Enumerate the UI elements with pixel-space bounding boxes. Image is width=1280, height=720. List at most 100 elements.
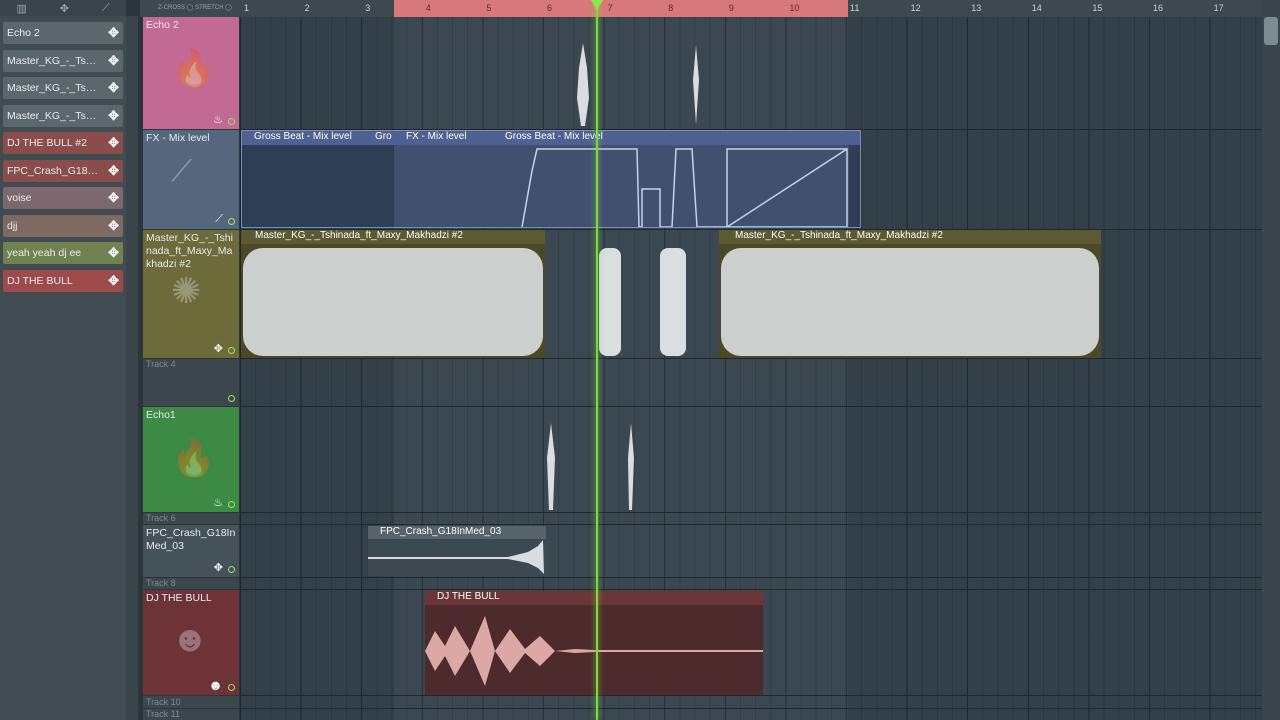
browser-clip-label: yeah yeah dj ee [7,247,82,259]
zcross-stretch-toggles[interactable]: Z-CROSS ◯ STRETCH ◯ [158,4,232,11]
browser-link-icon[interactable]: ⟋ [102,2,110,15]
move-icon[interactable]: ✥ [108,190,119,206]
track-name: Echo 2 [146,19,179,31]
audio-clip-master-kg[interactable]: Master_KG_-_Tshinada_ft_Maxy_Makhadzi #2 [241,230,545,358]
browser-clip-item[interactable]: DJ THE BULL ✥ [3,270,123,292]
track-enable-dot[interactable] [228,347,235,354]
zcross-label[interactable]: Z-CROSS [158,5,185,11]
waveform [599,248,621,356]
scrollbar-thumb[interactable] [1264,17,1278,45]
clip-browser-panel: ▥ ✥ ⟋ Echo 2✥Master_KG_-_Tshina...✥Maste… [0,0,126,720]
bar-number: 15 [1092,3,1103,13]
track-enable-dot[interactable] [228,501,235,508]
browser-clip-item[interactable]: DJ THE BULL #2 ✥ [3,132,123,154]
move-icon[interactable]: ✥ [108,53,119,69]
bar-number: 8 [668,3,674,13]
echo2-clip[interactable] [692,40,700,128]
track-enable-dot[interactable] [228,566,235,573]
browser-move-icon[interactable]: ✥ [60,2,69,15]
track-header-echo2[interactable]: Echo 2 🔥 ♨ [143,17,239,129]
track-header-echo1[interactable]: Echo1 🔥 ♨ [143,407,239,512]
stretch-label[interactable]: STRETCH [195,5,223,11]
move-icon[interactable]: ✥ [214,561,223,574]
smiley-small-icon[interactable]: ☻ [208,677,223,693]
move-icon[interactable]: ✥ [108,25,119,41]
audio-clip-dj-the-bull[interactable]: DJ THE BULL [425,591,763,695]
row-divider [240,708,1262,709]
browser-menu-icon[interactable]: ▥ [16,2,26,15]
track-enable-dot[interactable] [228,218,235,225]
audio-clip-master-kg[interactable] [658,230,688,358]
stretch-toggle-icon[interactable]: ◯ [225,5,232,11]
playhead[interactable] [596,0,598,720]
waveform [577,43,589,126]
move-icon[interactable]: ✥ [108,218,119,234]
playhead-marker-icon[interactable] [591,0,603,10]
track-name: Track 6 [146,513,176,523]
track-header-10[interactable]: Track 10 [143,696,239,708]
track-enable-dot[interactable] [228,684,235,691]
track-enable-dot[interactable] [228,395,235,402]
echo1-clip[interactable] [626,408,636,512]
fx-flame-icon[interactable]: ♨ [213,496,223,509]
move-icon[interactable]: ✥ [108,108,119,124]
bar-number: 11 [850,3,860,13]
browser-clip-item[interactable]: yeah yeah dj ee ✥ [3,242,123,264]
track-header-6[interactable]: Track 6 [143,513,239,524]
move-icon[interactable]: ✥ [108,80,119,96]
bar-number: 1 [244,3,250,13]
browser-clip-item[interactable]: voise ✥ [3,187,123,209]
browser-clip-item[interactable]: Master_KG_-_Tshina... ✥ [3,77,123,99]
row-divider [240,406,1262,407]
track-header-master-kg[interactable]: Master_KG_-_Tshinada_ft_Maxy_Makhadzi #2… [143,230,239,358]
browser-clip-item[interactable]: Echo 2 ✥ [3,22,123,44]
browser-clip-label: DJ THE BULL #2 [7,137,87,149]
track-name: Track 8 [146,578,176,588]
track-name: FPC_Crash_G18InMed_03 [146,527,236,552]
echo1-clip[interactable] [545,408,557,512]
audio-clip-master-kg[interactable]: Master_KG_-_Tshinada_ft_Maxy_Makhadzi #2 [719,230,1101,358]
bar-number: 3 [365,3,371,13]
waveform-icon: ✺ [171,270,202,311]
echo2-clip[interactable] [576,18,590,128]
flame-icon: 🔥 [171,47,216,88]
move-icon[interactable]: ✥ [214,342,223,355]
track-header-8[interactable]: Track 8 [143,578,239,589]
row-divider [240,524,1262,525]
move-icon[interactable]: ✥ [108,163,119,179]
automation-curve [394,145,849,227]
waveform [693,45,699,125]
zcross-toggle-icon[interactable]: ◯ [187,5,194,11]
browser-clip-label: Master_KG_-_Tshina... [7,110,99,122]
browser-scrollbar[interactable] [126,16,138,720]
move-icon[interactable]: ✥ [108,135,119,151]
bar-number: 9 [728,3,734,13]
track-enable-dot[interactable] [228,118,235,125]
waveform [628,423,634,510]
vertical-scrollbar[interactable] [1262,0,1280,720]
fx-flame-icon[interactable]: ♨ [213,113,223,126]
audio-clip-fpc-crash[interactable]: FPC_Crash_G18InMed_03 [368,526,546,576]
browser-clip-item[interactable]: FPC_Crash_G18InMe... ✥ [3,160,123,182]
track-header-4[interactable]: Track 4 [143,359,239,406]
loop-region[interactable] [394,0,848,17]
bar-number: 4 [425,3,431,13]
move-icon[interactable]: ✥ [108,245,119,261]
move-icon[interactable]: ✥ [108,273,119,289]
track-header-fx-mix[interactable]: FX - Mix level ⟋ ⟋ [143,130,239,229]
track-header-11[interactable]: Track 11 [143,709,239,720]
waveform [547,423,555,510]
row-divider [240,358,1262,359]
track-header-dj-the-bull[interactable]: DJ THE BULL ☻ ☻ [143,590,239,695]
audio-clip-master-kg[interactable] [597,230,623,358]
automation-clip[interactable]: Gross Beat - Mix level Gro FX - Mix leve… [241,130,861,228]
waveform [425,616,763,686]
browser-clip-item[interactable]: Master_KG_-_Tshina... ✥ [3,105,123,127]
browser-clip-label: voise [7,192,32,204]
row-divider [240,577,1262,578]
browser-clip-item[interactable]: Master_KG_-_Tshina... ✥ [3,50,123,72]
track-header-fpc-crash[interactable]: FPC_Crash_G18InMed_03 ✥ [143,525,239,577]
browser-clip-label: DJ THE BULL [7,275,73,287]
automation-small-icon[interactable]: ⟋ [215,213,223,226]
browser-clip-item[interactable]: djj ✥ [3,215,123,237]
